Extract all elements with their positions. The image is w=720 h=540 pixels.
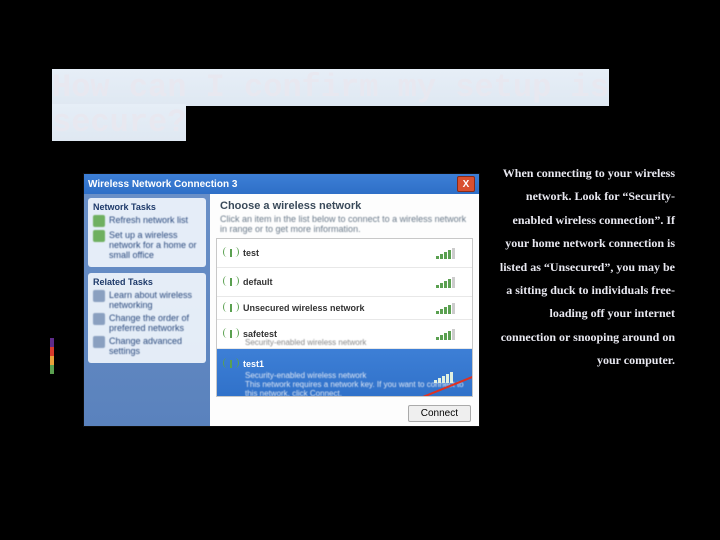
signal-icon [436,247,466,259]
network-row[interactable]: test [217,239,472,268]
setup-icon [93,230,105,242]
dialog-subtext: Click an item in the list below to conne… [210,214,479,238]
network-row[interactable]: default [217,268,472,297]
sidebar-heading: Related Tasks [93,277,201,287]
wifi-icon [223,301,239,315]
signal-icon [436,276,466,288]
signal-icon [436,302,466,314]
slide-body-text: When connecting to your wireless network… [495,162,675,373]
dialog-heading: Choose a wireless network [210,194,479,214]
slide-title: How can I confirm my setup is secure? [52,70,609,140]
dialog-title: Wireless Network Connection 3 [88,179,457,190]
close-icon[interactable]: X [457,176,475,192]
dialog-titlebar: Wireless Network Connection 3 X [84,174,479,194]
network-secure-label: Security-enabled wireless network [223,371,366,380]
refresh-icon [93,215,105,227]
sidebar-item[interactable]: Change advanced settings [93,336,201,356]
info-icon [93,290,105,302]
signal-icon [436,328,466,340]
network-row[interactable]: Unsecured wireless network [217,297,472,320]
sidebar-item[interactable]: Learn about wireless networking [93,290,201,310]
screenshot-wireless-dialog: Wireless Network Connection 3 X Network … [84,174,479,426]
dialog-main: Choose a wireless network Click an item … [210,194,479,426]
sidebar-item[interactable]: Change the order of preferred networks [93,313,201,333]
dialog-footer: Connect [210,401,479,426]
sidebar-item[interactable]: Set up a wireless network for a home or … [93,230,201,260]
wifi-icon [223,275,239,289]
sidebar-item[interactable]: Refresh network list [93,215,201,227]
network-row[interactable]: safetestSecurity-enabled wireless networ… [217,320,472,349]
connect-button[interactable]: Connect [408,405,471,422]
dialog-sidebar: Network Tasks Refresh network list Set u… [84,194,210,426]
wifi-icon [223,246,239,260]
wifi-icon [223,357,239,371]
settings-icon [93,336,105,348]
network-list: test default Unsecured wireless network … [216,238,473,397]
accent-stripe [50,338,54,374]
network-row-selected[interactable]: test1 Security-enabled wireless network … [217,349,472,397]
sidebar-heading: Network Tasks [93,202,201,212]
order-icon [93,313,105,325]
